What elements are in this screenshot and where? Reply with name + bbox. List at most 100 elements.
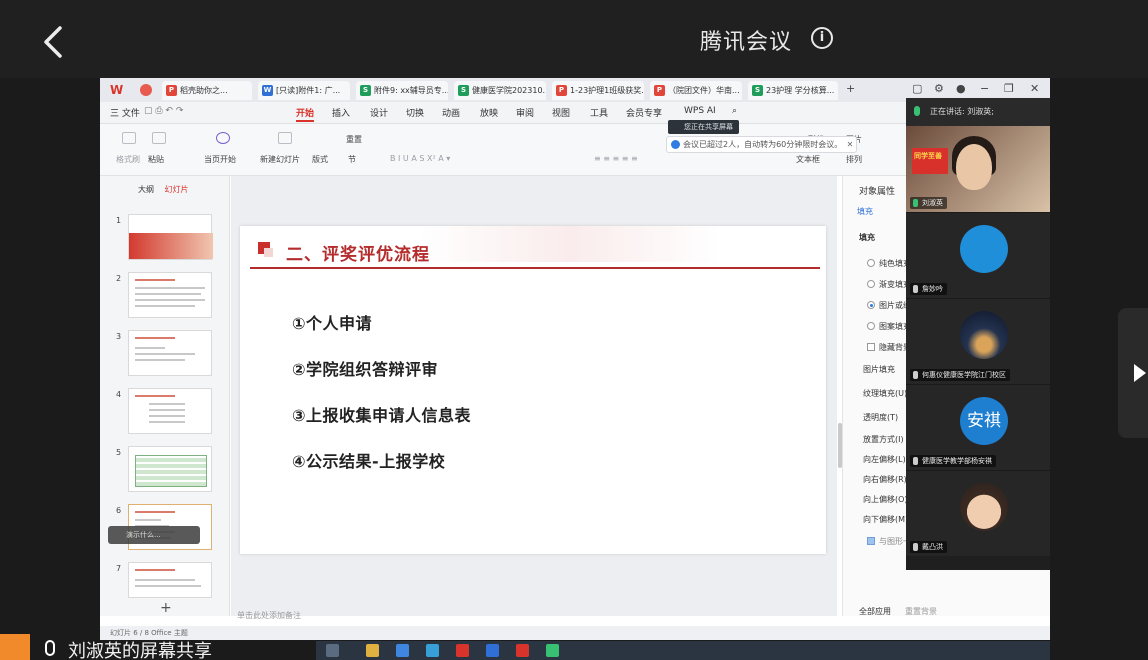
paragraph-buttons[interactable]: ≡ ≡ ≡ ≡ ≡: [594, 154, 638, 163]
doc-tab[interactable]: S 23护理 学分核算...: [748, 81, 838, 100]
menu-review[interactable]: 审阅: [516, 106, 534, 119]
user-avatar-icon[interactable]: ●: [956, 82, 966, 95]
menu-home[interactable]: 开始: [296, 106, 315, 122]
video-tip-popup[interactable]: 演示什么...: [108, 526, 200, 544]
current-slide[interactable]: 二、评奖评优流程 ①个人申请 ②学院组织答辩评审 ③上报收集申请人信息表 ④公示…: [240, 226, 826, 554]
window-layout-icon[interactable]: ▢: [912, 82, 922, 95]
participant-video-tile[interactable]: 同学至善 刘淑英: [906, 126, 1050, 212]
slide-thumbnail[interactable]: [128, 214, 213, 260]
microphone-icon[interactable]: [45, 640, 55, 656]
apply-all-button[interactable]: 全部应用: [859, 606, 891, 617]
back-arrow-icon[interactable]: [38, 24, 68, 60]
screen-sharing-chip[interactable]: 您正在共享屏幕: [668, 120, 739, 134]
texture-fill-label[interactable]: 纹理填充(U): [863, 388, 907, 399]
offset-left-label[interactable]: 向左偏移(L): [863, 454, 906, 465]
meeting-taskbar-icon[interactable]: [486, 644, 499, 657]
radio-gradient-fill[interactable]: [867, 280, 875, 288]
info-icon[interactable]: i: [811, 27, 833, 49]
slide-bullet-3[interactable]: ③上报收集申请人信息表: [292, 402, 471, 426]
app-icon[interactable]: [426, 644, 439, 657]
start-current-label[interactable]: 当页开始: [204, 154, 236, 165]
slide-bullet-1[interactable]: ①个人申请: [292, 310, 372, 334]
play-current-icon[interactable]: [216, 132, 230, 144]
start-icon[interactable]: [326, 644, 339, 657]
tab-slides[interactable]: 幻灯片: [165, 185, 189, 194]
new-slide-label[interactable]: 新建幻灯片: [260, 154, 300, 165]
folder-icon[interactable]: [366, 644, 379, 657]
checkbox-rotate-with-shape[interactable]: [867, 537, 875, 545]
participant-tile[interactable]: 戴凸洪: [906, 470, 1050, 556]
wps-taskbar-icon[interactable]: [456, 644, 469, 657]
layout-label[interactable]: 版式: [312, 154, 328, 165]
speaking-indicator: 正在讲话: 刘淑英;: [906, 98, 1050, 126]
textbox-label[interactable]: 文本框: [796, 154, 820, 165]
new-slide-icon[interactable]: [278, 132, 292, 144]
paste-icon[interactable]: [152, 132, 166, 144]
slide-bullet-4[interactable]: ④公示结果-上报学校: [292, 448, 445, 472]
slide-bullet-2[interactable]: ②学院组织答辩评审: [292, 356, 438, 380]
radio-solid-fill[interactable]: [867, 259, 875, 267]
tab-outline[interactable]: 大纲: [138, 185, 154, 194]
reset-label[interactable]: 重置: [346, 134, 362, 145]
format-painter-icon[interactable]: [122, 132, 136, 144]
offset-up-label[interactable]: 向上偏移(O): [863, 494, 908, 505]
slide-thumbnail[interactable]: [128, 272, 212, 318]
menu-transition[interactable]: 切换: [406, 106, 424, 119]
section-label[interactable]: 节: [348, 154, 356, 165]
menu-member[interactable]: 会员专享: [626, 106, 662, 119]
reset-background-button[interactable]: 重置背景: [905, 606, 937, 617]
font-style-buttons[interactable]: B I U A S X² A ▾: [390, 154, 450, 163]
close-icon[interactable]: ✕: [1030, 82, 1039, 95]
arrange-label[interactable]: 排列: [846, 154, 862, 165]
search-icon[interactable]: ⌕: [732, 106, 737, 116]
placement-label[interactable]: 放置方式(I): [863, 434, 904, 445]
slide-thumbnail[interactable]: [128, 446, 212, 492]
doc-tab[interactable]: S 健康医学院202310...: [454, 81, 546, 100]
browser-icon[interactable]: [396, 644, 409, 657]
menu-insert[interactable]: 插入: [332, 106, 350, 119]
app-icon[interactable]: [546, 644, 559, 657]
format-painter-label[interactable]: 格式刷: [116, 154, 140, 165]
app-icon[interactable]: [516, 644, 529, 657]
tab-fill[interactable]: 填充: [857, 206, 873, 217]
radio-picture-fill[interactable]: [867, 301, 875, 309]
menu-wps-ai[interactable]: WPS AI: [684, 106, 716, 116]
settings-icon[interactable]: ⚙: [934, 82, 944, 95]
slide-thumbnail[interactable]: [128, 562, 212, 598]
slide-thumbnail[interactable]: [128, 388, 212, 434]
paste-label[interactable]: 粘贴: [148, 154, 164, 165]
thumb-line: [135, 347, 165, 349]
menu-tools[interactable]: 工具: [590, 106, 608, 119]
play-arrow-icon[interactable]: [1134, 364, 1146, 382]
doc-tab[interactable]: P （院团文件）华南...: [650, 81, 742, 100]
menu-file[interactable]: 三 文件: [110, 106, 140, 119]
doc-tab[interactable]: S 附件9: xx辅导员专...: [356, 81, 448, 100]
quick-access-icons[interactable]: ▢ ⎙ ↶ ↷: [144, 106, 183, 116]
wps-logo-icon[interactable]: W: [110, 83, 124, 97]
participant-tile[interactable]: 詹妙吟: [906, 212, 1050, 298]
slide-title[interactable]: 二、评奖评优流程: [286, 240, 430, 265]
menu-animation[interactable]: 动画: [442, 106, 460, 119]
checkbox-hide-background[interactable]: [867, 343, 875, 351]
new-tab-plus-icon[interactable]: +: [846, 82, 855, 95]
doc-tab[interactable]: P 1-23护理1班级获奖...: [552, 81, 644, 100]
notice-close-icon[interactable]: ✕: [847, 137, 854, 152]
menu-design[interactable]: 设计: [370, 106, 388, 119]
docer-icon[interactable]: [140, 84, 152, 96]
transparency-label[interactable]: 透明度(T): [863, 412, 898, 423]
notes-area[interactable]: 单击此处添加备注: [231, 606, 837, 626]
radio-pattern-fill[interactable]: [867, 322, 875, 330]
doc-tab[interactable]: P 稻壳助你之...: [162, 81, 252, 100]
restore-icon[interactable]: ❐: [1004, 82, 1014, 95]
minimize-icon[interactable]: −: [980, 82, 989, 95]
slide-thumbnail[interactable]: [128, 330, 212, 376]
participant-tile[interactable]: 安祺 健康医学教学部杨安祺: [906, 384, 1050, 470]
menu-slideshow[interactable]: 放映: [480, 106, 498, 119]
participant-tile[interactable]: 何惠仪健康医学院江门校区: [906, 298, 1050, 384]
menu-view[interactable]: 视图: [552, 106, 570, 119]
add-slide-plus-icon[interactable]: +: [160, 600, 172, 616]
offset-right-label[interactable]: 向右偏移(R): [863, 474, 907, 485]
thumb-line: [135, 569, 175, 571]
offset-down-label[interactable]: 向下偏移(M): [863, 514, 908, 525]
doc-tab[interactable]: W [只读]附件1: 广...: [258, 81, 350, 100]
